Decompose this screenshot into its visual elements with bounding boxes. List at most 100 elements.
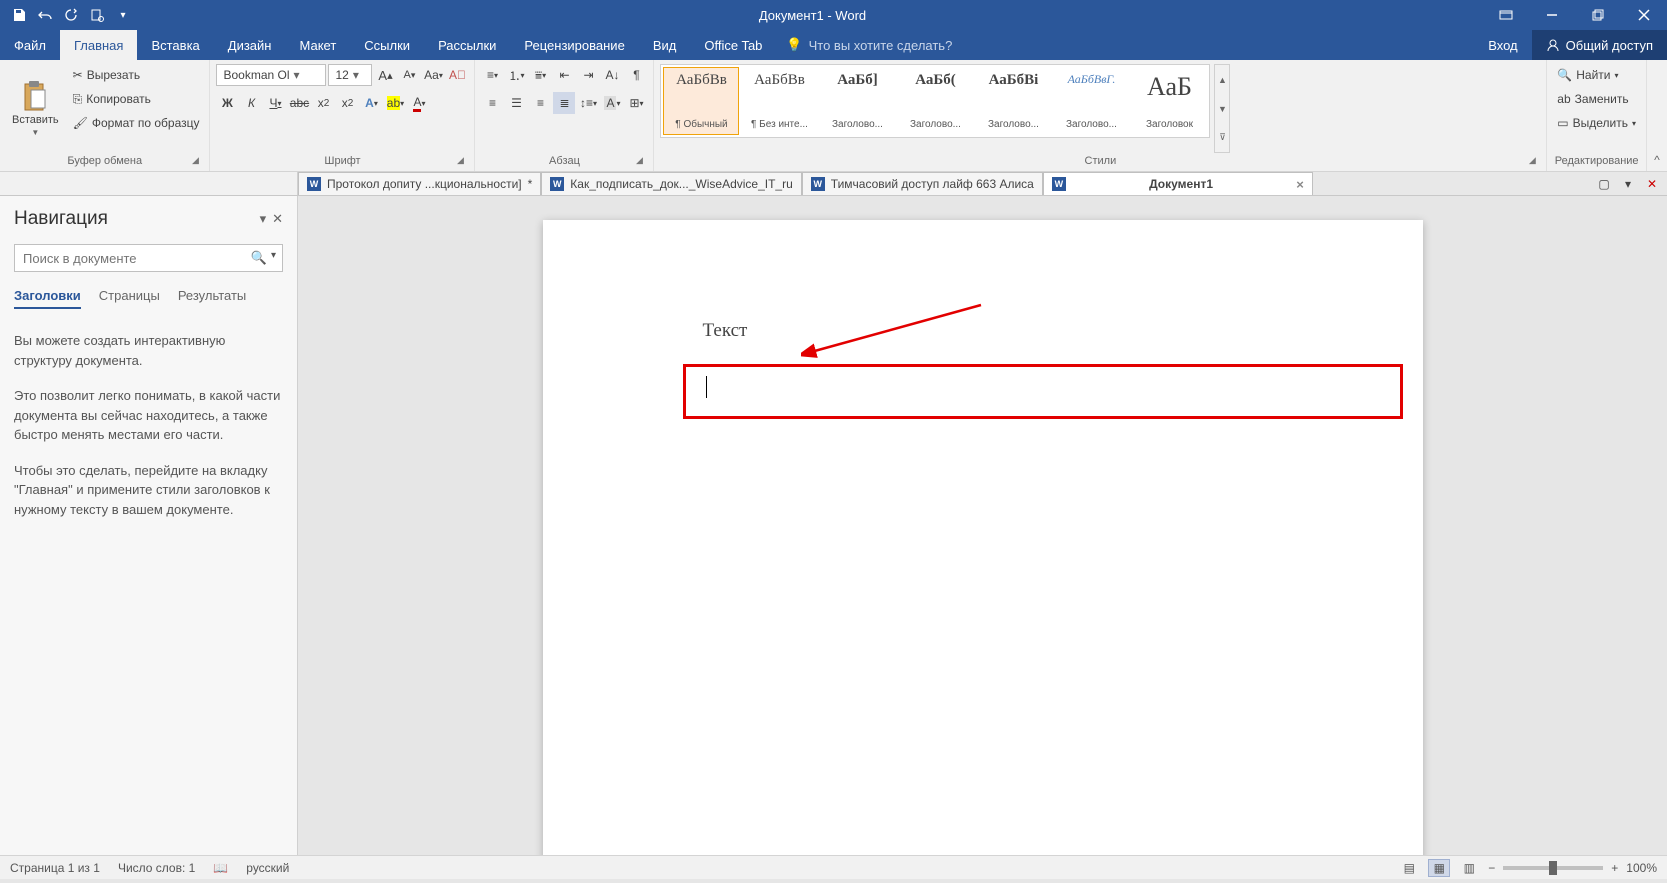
format-painter-button[interactable]: 🖌Формат по образцу	[69, 112, 204, 134]
styles-gallery-more[interactable]: ▲▼⊽	[1214, 64, 1230, 153]
document-page[interactable]: Текст	[543, 220, 1423, 855]
copy-button[interactable]: ⎘Копировать	[69, 88, 204, 110]
undo-button[interactable]	[34, 4, 56, 26]
decrease-font-button[interactable]: A▾	[398, 64, 420, 86]
redo-button[interactable]	[60, 4, 82, 26]
change-case-button[interactable]: Aa▾	[422, 64, 444, 86]
text-effects-button[interactable]: A▾	[360, 92, 382, 114]
tab-office-tab[interactable]: Office Tab	[690, 30, 776, 60]
style-heading3[interactable]: АаБбВіЗаголово...	[975, 67, 1051, 135]
tab-view[interactable]: Вид	[639, 30, 691, 60]
multilevel-button[interactable]: ⩸▾	[529, 64, 551, 86]
web-layout-button[interactable]: ▥	[1458, 859, 1480, 877]
word-count[interactable]: Число слов: 1	[118, 861, 195, 875]
align-center-button[interactable]: ☰	[505, 92, 527, 114]
nav-close-button[interactable]: ✕	[272, 211, 283, 227]
line-spacing-button[interactable]: ↕≡▾	[577, 92, 599, 114]
select-button[interactable]: ▭Выделить▾	[1553, 112, 1640, 134]
language-status[interactable]: русский	[246, 861, 289, 875]
show-marks-button[interactable]: ¶	[625, 64, 647, 86]
zoom-level[interactable]: 100%	[1626, 861, 1657, 875]
style-normal[interactable]: АаБбВв¶ Обычный	[663, 67, 739, 135]
style-title[interactable]: АаБЗаголовок	[1131, 67, 1207, 135]
nav-search-input[interactable]	[15, 251, 251, 266]
style-heading2[interactable]: АаБб(Заголово...	[897, 67, 973, 135]
tab-menu-button[interactable]: ▾	[1617, 173, 1639, 195]
zoom-out-button[interactable]: −	[1488, 861, 1495, 875]
zoom-in-button[interactable]: +	[1611, 861, 1618, 875]
replace-button[interactable]: abЗаменить	[1553, 88, 1640, 110]
read-mode-button[interactable]: ▤	[1398, 859, 1420, 877]
bullets-button[interactable]: ≡▾	[481, 64, 503, 86]
document-area[interactable]: Текст	[298, 196, 1667, 855]
numbering-button[interactable]: ⒈▾	[505, 64, 527, 86]
tab-insert[interactable]: Вставка	[137, 30, 213, 60]
tab-design[interactable]: Дизайн	[214, 30, 286, 60]
minimize-button[interactable]	[1529, 0, 1575, 30]
shading-button[interactable]: A▾	[601, 92, 623, 114]
share-button[interactable]: Общий доступ	[1532, 30, 1667, 60]
cut-button[interactable]: ✂Вырезать	[69, 64, 204, 86]
align-left-button[interactable]: ≡	[481, 92, 503, 114]
document-tab[interactable]: WПротокол допиту ...кциональности]*	[298, 172, 541, 195]
document-text[interactable]: Текст	[703, 320, 1283, 342]
page-status[interactable]: Страница 1 из 1	[10, 861, 100, 875]
tab-review[interactable]: Рецензирование	[510, 30, 638, 60]
nav-dropdown-button[interactable]: ▾	[260, 211, 267, 227]
tab-layout[interactable]: Макет	[285, 30, 350, 60]
decrease-indent-button[interactable]: ⇤	[553, 64, 575, 86]
superscript-button[interactable]: x2	[336, 92, 358, 114]
tell-me-search[interactable]: 💡 Что вы хотите сделать?	[776, 30, 962, 60]
tab-file[interactable]: Файл	[0, 30, 60, 60]
print-preview-button[interactable]	[86, 4, 108, 26]
style-heading4[interactable]: АаБбВвГ.Заголово...	[1053, 67, 1129, 135]
document-tab[interactable]: WКак_подписать_док..._WiseAdvice_IT_ru	[541, 172, 802, 195]
close-button[interactable]	[1621, 0, 1667, 30]
save-button[interactable]	[8, 4, 30, 26]
font-name-combo[interactable]: Bookman Ol▾	[216, 64, 326, 86]
sort-button[interactable]: A↓	[601, 64, 623, 86]
tab-references[interactable]: Ссылки	[350, 30, 424, 60]
font-launcher[interactable]: ◢	[454, 155, 466, 167]
font-color-button[interactable]: A▾	[408, 92, 430, 114]
maximize-button[interactable]	[1575, 0, 1621, 30]
justify-button[interactable]: ≣	[553, 92, 575, 114]
collapse-ribbon-button[interactable]: ^	[1654, 153, 1660, 167]
close-tab-button[interactable]: ×	[1296, 177, 1304, 192]
paragraph-launcher[interactable]: ◢	[633, 155, 645, 167]
subscript-button[interactable]: x2	[312, 92, 334, 114]
font-size-combo[interactable]: 12▾	[328, 64, 372, 86]
proofing-icon[interactable]: 📖	[213, 861, 228, 875]
italic-button[interactable]: К	[240, 92, 262, 114]
nav-search-box[interactable]: 🔍 ▾	[14, 244, 283, 272]
new-tab-button[interactable]: ▢	[1593, 173, 1615, 195]
tab-home[interactable]: Главная	[60, 30, 137, 60]
nav-tab-pages[interactable]: Страницы	[99, 288, 160, 309]
close-all-button[interactable]: ✕	[1641, 173, 1663, 195]
paste-button[interactable]: Вставить ▼	[6, 64, 65, 153]
strikethrough-button[interactable]: abc	[288, 92, 310, 114]
nav-tab-headings[interactable]: Заголовки	[14, 288, 81, 309]
tab-mailings[interactable]: Рассылки	[424, 30, 510, 60]
clear-format-button[interactable]: A⃠	[446, 64, 468, 86]
underline-button[interactable]: Ч▾	[264, 92, 286, 114]
document-tab[interactable]: WДокумент1×	[1043, 172, 1313, 195]
find-button[interactable]: 🔍Найти▾	[1553, 64, 1640, 86]
ribbon-display-button[interactable]	[1483, 0, 1529, 30]
borders-button[interactable]: ⊞▾	[625, 92, 647, 114]
nav-tab-results[interactable]: Результаты	[178, 288, 246, 309]
bold-button[interactable]: Ж	[216, 92, 238, 114]
document-tab[interactable]: WТимчасовий доступ лайф 663 Алиса	[802, 172, 1043, 195]
style-heading1[interactable]: АаБб]Заголово...	[819, 67, 895, 135]
increase-font-button[interactable]: A▴	[374, 64, 396, 86]
zoom-slider[interactable]	[1503, 866, 1603, 870]
search-icon[interactable]: 🔍	[251, 250, 267, 266]
style-no-spacing[interactable]: АаБбВв¶ Без инте...	[741, 67, 817, 135]
align-right-button[interactable]: ≡	[529, 92, 551, 114]
increase-indent-button[interactable]: ⇥	[577, 64, 599, 86]
qat-customize-button[interactable]: ▾	[112, 4, 134, 26]
clipboard-launcher[interactable]: ◢	[189, 155, 201, 167]
search-options-button[interactable]: ▾	[271, 250, 276, 266]
sign-in-link[interactable]: Вход	[1474, 30, 1531, 60]
styles-launcher[interactable]: ◢	[1526, 155, 1538, 167]
